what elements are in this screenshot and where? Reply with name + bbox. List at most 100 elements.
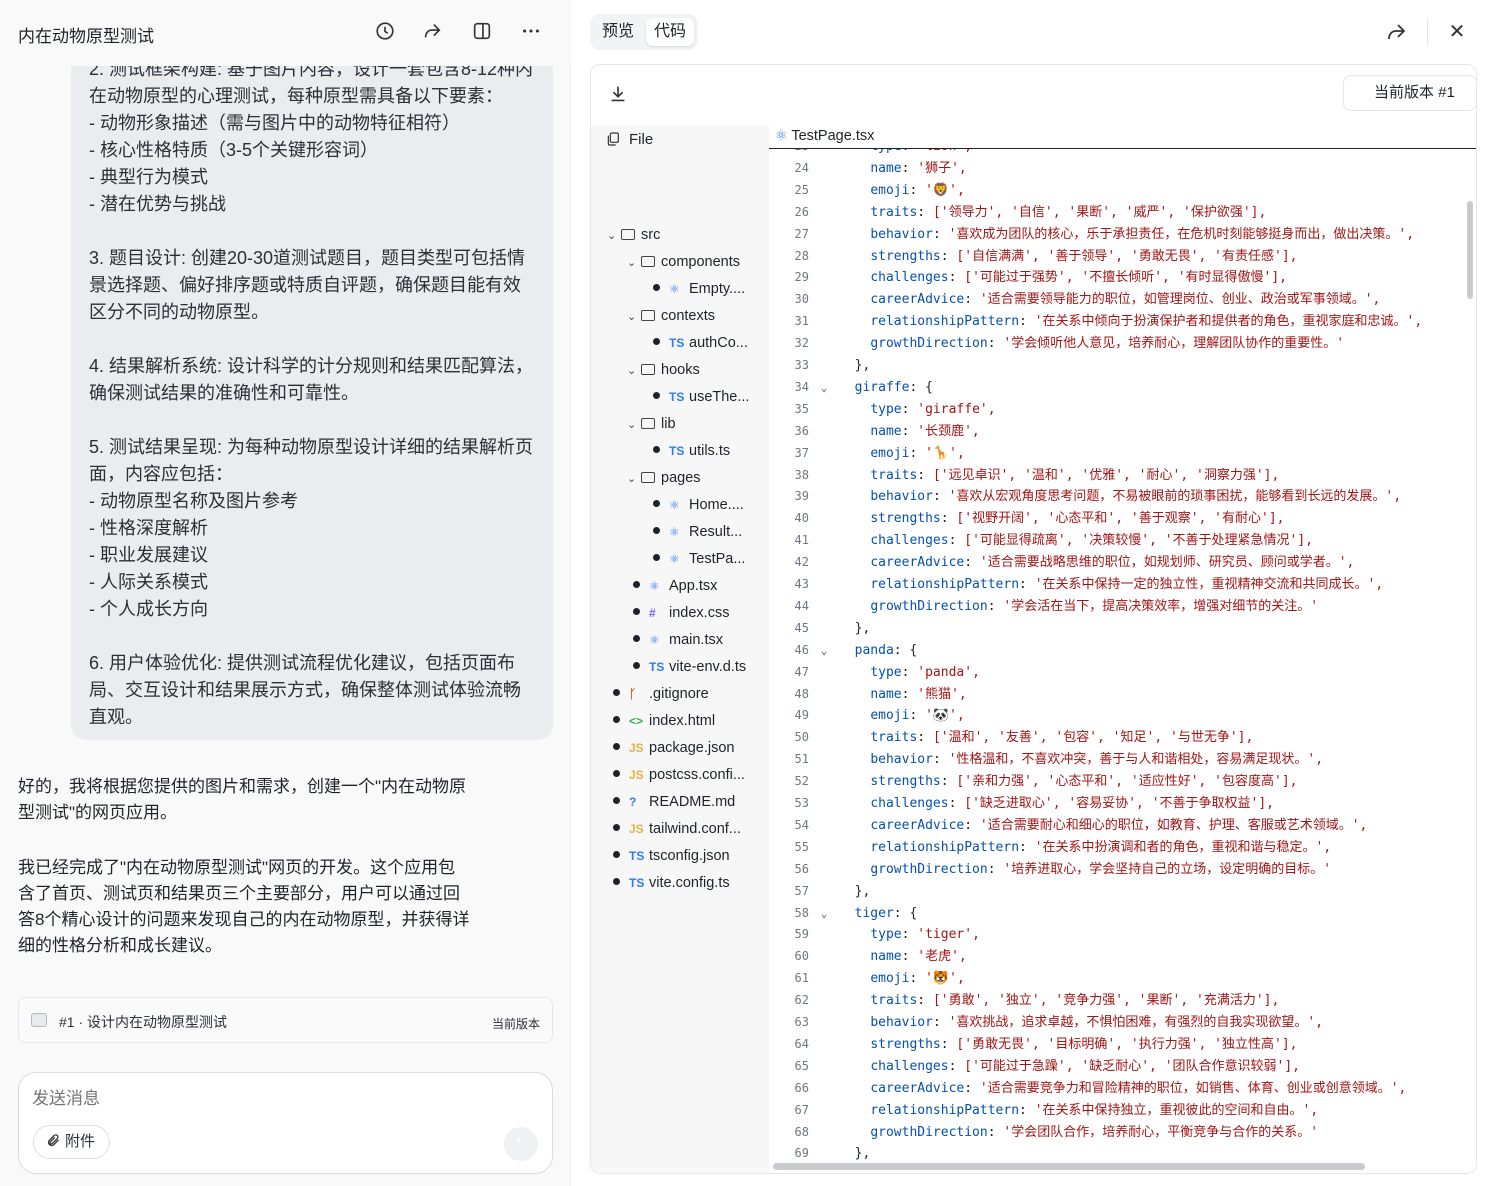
share-icon[interactable]	[1384, 20, 1408, 44]
code-line: 52 strengths: ['亲和力强', '心态平和', '适应性好', '…	[769, 770, 1476, 792]
message-line	[89, 218, 535, 245]
tree-folder[interactable]: ⌄ hooks	[627, 357, 700, 384]
tree-file[interactable]: ⚛ Empty....	[653, 276, 745, 303]
history-icon[interactable]	[374, 20, 400, 46]
code-punct: :	[909, 182, 926, 198]
code-key: name	[870, 160, 902, 176]
code-value: {	[909, 905, 918, 921]
code-key: strengths	[870, 248, 941, 264]
close-icon[interactable]: ✕	[1446, 21, 1468, 43]
file-bullet	[633, 608, 640, 615]
version-selector[interactable]: 当前版本 #1	[1343, 75, 1476, 111]
message-line: - 个人成长方向	[89, 599, 208, 619]
code-value: '性格温和，不喜欢冲突，善于与人和谐相处，容易满足现状。',	[948, 752, 1324, 768]
version-card[interactable]: #1 · 设计内在动物原型测试 当前版本	[18, 997, 553, 1043]
code-punct: :	[940, 1036, 957, 1052]
tree-file[interactable]: TS authCo...	[653, 330, 748, 357]
message-composer: 附件 ↑	[18, 1072, 553, 1174]
tree-folder[interactable]: ⌄ src	[607, 222, 660, 249]
tree-file[interactable]: JS postcss.confi...	[613, 762, 745, 789]
code-value: '🐯',	[925, 971, 965, 987]
code-value: },	[854, 358, 871, 373]
tree-file[interactable]: ⚛ main.tsx	[633, 627, 723, 654]
tree-folder[interactable]: ⌄ pages	[627, 465, 701, 492]
tree-file[interactable]: TS tsconfig.json	[613, 843, 730, 870]
code-line: 27 behavior: '喜欢成为团队的核心，乐于承担责任，在危机时刻能够挺身…	[769, 223, 1476, 245]
tree-file[interactable]: JS package.json	[613, 735, 734, 762]
tree-item-label: authCo...	[689, 335, 748, 351]
line-number: 38	[794, 467, 809, 482]
code-punct: :	[987, 861, 1004, 877]
code-value: '适合需要领导能力的职位，如管理岗位、创业、政治或军事领域。',	[979, 292, 1381, 308]
code-value: '学会倾听他人意见，培养耐心，理解团队协作的重要性。'	[1003, 336, 1345, 352]
line-number: 32	[794, 336, 809, 351]
code-value: ['远见卓识', '温和', '优雅', '耐心', '洞察力强'],	[932, 467, 1280, 483]
line-number: 59	[794, 927, 809, 942]
tab-preview[interactable]: 预览	[594, 18, 642, 46]
attach-button[interactable]: 附件	[33, 1125, 111, 1159]
chevron-down-icon: ⌄	[627, 473, 637, 485]
tree-file[interactable]: # index.css	[633, 600, 729, 627]
file-bullet	[613, 716, 620, 723]
file-bullet	[633, 581, 640, 588]
sidebar-toggle-icon[interactable]	[471, 20, 497, 46]
code-line: 24 name: '狮子',	[769, 157, 1476, 179]
fold-chevron-icon[interactable]: ⌄	[809, 903, 839, 925]
code-punct: :	[940, 248, 957, 264]
code-key: type	[870, 149, 901, 154]
code-value: '狮子',	[917, 160, 967, 176]
code-punct: :	[901, 401, 918, 417]
vertical-scrollbar[interactable]	[1467, 201, 1473, 299]
tree-folder[interactable]: ⌄ lib	[627, 411, 676, 438]
tree-folder[interactable]: ⌄ contexts	[627, 303, 715, 330]
tree-file[interactable]: ⚛ Result...	[653, 519, 742, 546]
tree-file[interactable]: <> index.html	[613, 708, 715, 735]
horizontal-scrollbar[interactable]	[773, 1163, 1365, 1170]
tree-file[interactable]: ⚛ Home....	[653, 492, 744, 519]
send-button[interactable]: ↑	[504, 1127, 538, 1161]
code-punct: :	[987, 1124, 1004, 1140]
tree-file[interactable]: JS tailwind.conf...	[613, 816, 741, 843]
tree-item-label: hooks	[661, 362, 700, 378]
tree-folder[interactable]: ⌄ components	[627, 249, 740, 276]
code-punct: :	[902, 149, 918, 154]
code-editor[interactable]: 23 type: 'lion',24 name: '狮子',25 emoji: …	[769, 149, 1476, 1173]
tab-code[interactable]: 代码	[646, 18, 695, 46]
code-punct: :	[964, 292, 980, 308]
more-icon[interactable]	[520, 20, 546, 46]
message-input[interactable]	[32, 1089, 532, 1109]
code-key: relationshipPattern	[870, 577, 1020, 592]
tree-file[interactable]: ⚛ App.tsx	[633, 573, 717, 600]
tree-file[interactable]: ? README.md	[613, 789, 735, 816]
tree-item-label: Result...	[689, 524, 743, 540]
editor-tab[interactable]: ⚛ TestPage.tsx	[775, 125, 874, 146]
fold-chevron-icon[interactable]: ⌄	[809, 640, 839, 662]
share-icon[interactable]	[421, 20, 447, 46]
download-icon[interactable]	[607, 83, 629, 105]
tree-file[interactable]: ⚛ TestPa...	[653, 546, 745, 573]
code-value: ['温和', '友善', '包容', '知足', '与世无争'],	[932, 730, 1254, 746]
tree-item-label: tsconfig.json	[649, 848, 730, 864]
file-bullet	[653, 446, 660, 453]
code-punct: :	[948, 533, 965, 549]
code-value: },	[854, 1146, 871, 1162]
tree-file[interactable]: ᚴ .gitignore	[613, 681, 709, 708]
code-line: 23 type: 'lion',	[769, 149, 1476, 157]
code-punct: :	[917, 467, 933, 483]
fold-chevron-icon[interactable]: ⌄	[809, 377, 839, 399]
chevron-down-icon: ⌄	[627, 311, 637, 323]
code-key: name	[870, 423, 902, 439]
tree-file[interactable]: TS vite-env.d.ts	[633, 654, 746, 681]
tree-file[interactable]: TS vite.config.ts	[613, 870, 730, 897]
ts-file-icon: TS	[629, 876, 645, 890]
tree-file[interactable]: TS useThe...	[653, 384, 749, 411]
line-number: 34	[794, 379, 809, 394]
tree-file[interactable]: TS utils.ts	[653, 438, 730, 465]
assistant-reply-2: 我已经完成了"内在动物原型测试"网页的开发。这个应用包 含了首页、测试页和结果页三…	[18, 855, 508, 959]
